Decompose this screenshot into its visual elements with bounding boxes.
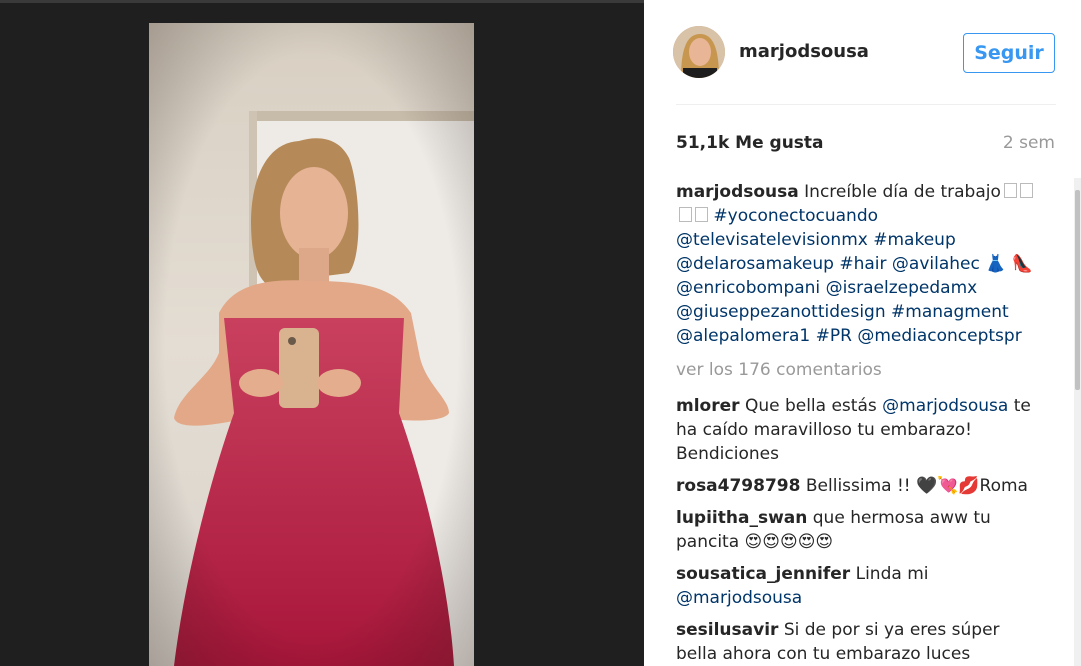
emoji-placeholder-icon <box>679 207 692 222</box>
caption: marjodsousa Increíble día de trabajo #yo… <box>676 180 1046 348</box>
follow-button[interactable]: Seguir <box>963 33 1055 73</box>
hashtag-link[interactable]: #managment <box>891 302 1009 322</box>
mention-link[interactable]: @marjodsousa <box>676 588 802 608</box>
comment-item: sousatica_jennifer Linda mi @marjodsousa <box>676 562 1046 610</box>
comments-list: marjodsousa Increíble día de trabajo #yo… <box>676 180 1046 666</box>
comment-item: lupiitha_swan que hermosa aww tu pancita… <box>676 506 1046 554</box>
post-time[interactable]: 2 sem <box>1003 133 1055 153</box>
photo-top-line <box>0 0 644 3</box>
scroll-thumb[interactable] <box>1075 190 1080 390</box>
comment-item: mlorer Que bella estás @marjodsousa te h… <box>676 394 1046 466</box>
hashtag-link[interactable]: #makeup <box>873 230 956 250</box>
comment-username[interactable]: mlorer <box>676 396 740 416</box>
comment-text: Linda mi <box>855 564 929 584</box>
mention-link[interactable]: @mediaconceptspr <box>857 326 1021 346</box>
mention-link[interactable]: @alepalomera1 <box>676 326 810 346</box>
post-photo[interactable] <box>149 23 474 666</box>
view-all-comments-link[interactable]: ver los 176 comentarios <box>676 358 1046 382</box>
emoji-placeholder-icon <box>1019 183 1033 198</box>
caption-text: Increíble día de trabajo <box>804 182 1001 202</box>
hashtag-link[interactable]: #yoconectocuando <box>713 206 878 226</box>
comment-item: sesilusavir Si de por si ya eres súper b… <box>676 618 1046 666</box>
avatar[interactable] <box>673 26 725 78</box>
comment-text: Que bella estás <box>744 396 877 416</box>
post-header: marjodsousa Seguir <box>644 0 1081 105</box>
hashtag-link[interactable]: #PR <box>816 326 852 346</box>
emoji-placeholder-icon <box>695 207 708 222</box>
header-divider <box>676 104 1056 105</box>
likes-count[interactable]: 51,1k Me gusta <box>676 133 824 153</box>
mention-link[interactable]: @giuseppezanottidesign <box>676 302 886 322</box>
comments-scrollbar[interactable] <box>1074 178 1081 666</box>
caption-username[interactable]: marjodsousa <box>676 182 799 202</box>
hashtag-link[interactable]: #hair <box>839 254 886 274</box>
emoji-placeholder-icon <box>1003 183 1017 198</box>
mention-link[interactable]: @televisatelevisionmx <box>676 230 868 250</box>
mention-link[interactable]: @avilahec <box>892 254 980 274</box>
mention-link[interactable]: @israelzepedamx <box>826 278 978 298</box>
heel-shoe-icon: 👠 <box>1011 254 1033 274</box>
comment-username[interactable]: sousatica_jennifer <box>676 564 850 584</box>
post-username[interactable]: marjodsousa <box>739 41 869 62</box>
comment-username[interactable]: lupiitha_swan <box>676 508 807 528</box>
dress-icon: 👗 <box>985 254 1007 274</box>
mention-link[interactable]: @enricobompani <box>676 278 820 298</box>
comment-text: Bellissima !! 🖤💘💋Roma <box>805 476 1028 496</box>
comment-item: rosa4798798 Bellissima !! 🖤💘💋Roma <box>676 474 1046 498</box>
post-details-panel: marjodsousa Seguir 51,1k Me gusta 2 sem … <box>644 0 1081 666</box>
mention-link[interactable]: @delarosamakeup <box>676 254 834 274</box>
comment-username[interactable]: rosa4798798 <box>676 476 800 496</box>
mention-link[interactable]: @marjodsousa <box>882 396 1008 416</box>
comment-username[interactable]: sesilusavir <box>676 620 778 640</box>
photo-viewer <box>0 0 644 666</box>
